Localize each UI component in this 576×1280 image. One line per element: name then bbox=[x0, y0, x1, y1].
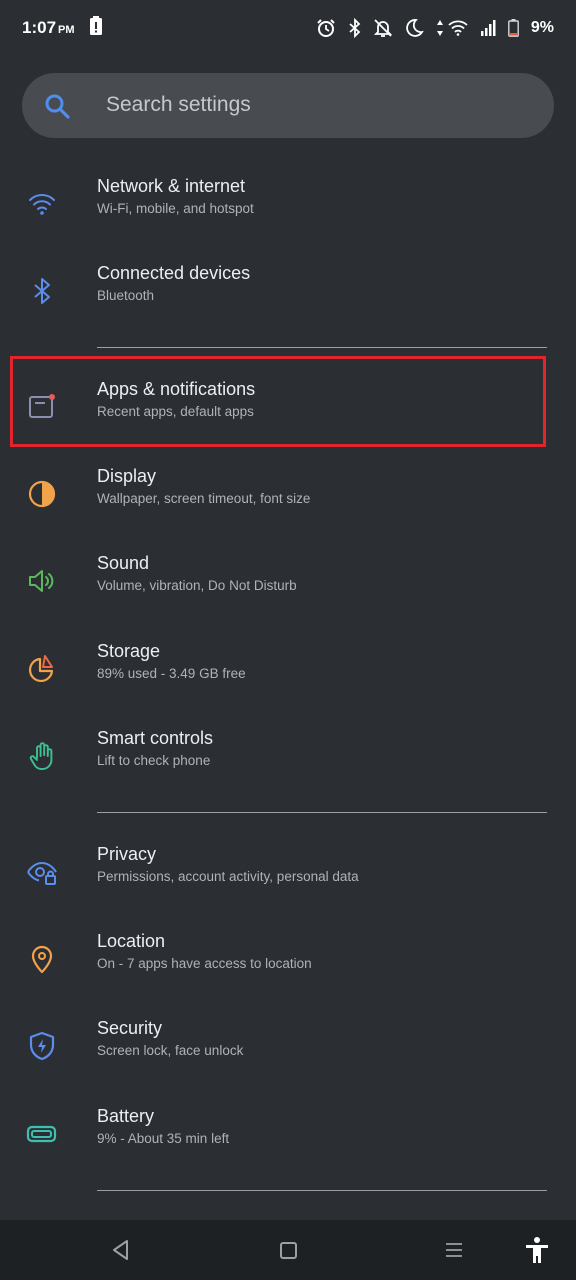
settings-item-storage[interactable]: Storage 89% used - 3.49 GB free bbox=[0, 629, 576, 709]
settings-item-display[interactable]: Display Wallpaper, screen timeout, font … bbox=[0, 454, 576, 534]
bluetooth-icon bbox=[348, 18, 362, 38]
display-brightness-icon bbox=[26, 478, 58, 510]
status-clock: 1:07 bbox=[22, 18, 57, 37]
notifications-off-icon bbox=[373, 18, 392, 38]
battery-icon bbox=[507, 19, 519, 37]
status-time: 1:07 PM bbox=[22, 18, 75, 38]
settings-item-subtitle: Volume, vibration, Do Not Disturb bbox=[97, 578, 297, 593]
settings-item-location[interactable]: Location On - 7 apps have access to loca… bbox=[0, 919, 576, 999]
menu-icon[interactable] bbox=[443, 1238, 465, 1267]
settings-item-subtitle: Wi-Fi, mobile, and hotspot bbox=[97, 201, 254, 216]
section-divider bbox=[97, 347, 547, 348]
settings-item-smart-controls[interactable]: Smart controls Lift to check phone bbox=[0, 716, 576, 796]
settings-item-privacy[interactable]: Privacy Permissions, account activity, p… bbox=[0, 832, 576, 912]
settings-item-title: Sound bbox=[97, 553, 150, 573]
settings-item-battery[interactable]: Battery 9% - About 35 min left bbox=[0, 1094, 576, 1174]
settings-item-title: Display bbox=[97, 466, 157, 486]
settings-item-title: Location bbox=[97, 931, 166, 951]
settings-item-title: Privacy bbox=[97, 844, 157, 864]
wifi-icon bbox=[26, 188, 58, 220]
data-arrows-icon bbox=[436, 19, 444, 37]
settings-item-subtitle: Permissions, account activity, personal … bbox=[97, 869, 359, 884]
accessibility-icon[interactable] bbox=[524, 1236, 550, 1269]
settings-item-title: Security bbox=[97, 1018, 163, 1038]
settings-item-title: Smart controls bbox=[97, 728, 214, 748]
settings-item-title: Network & internet bbox=[97, 176, 246, 196]
settings-item-network[interactable]: Network & internet Wi-Fi, mobile, and ho… bbox=[0, 164, 576, 244]
volume-icon bbox=[26, 565, 58, 597]
section-divider bbox=[97, 812, 547, 813]
search-icon bbox=[44, 93, 70, 124]
settings-item-connected-devices[interactable]: Connected devices Bluetooth bbox=[0, 251, 576, 331]
bluetooth-icon bbox=[26, 275, 58, 307]
location-pin-icon bbox=[26, 943, 58, 975]
hand-icon bbox=[26, 740, 58, 772]
settings-item-title: Storage bbox=[97, 641, 161, 661]
highlight-box bbox=[10, 356, 546, 447]
security-shield-icon bbox=[26, 1030, 58, 1062]
search-bar[interactable]: Search settings bbox=[22, 73, 554, 138]
settings-item-subtitle: Wallpaper, screen timeout, font size bbox=[97, 491, 311, 506]
settings-item-title: Battery bbox=[97, 1106, 155, 1126]
settings-item-sound[interactable]: Sound Volume, vibration, Do Not Disturb bbox=[0, 541, 576, 621]
search-placeholder: Search settings bbox=[106, 93, 251, 116]
back-icon[interactable] bbox=[110, 1238, 132, 1267]
do-not-disturb-moon-icon bbox=[404, 18, 424, 38]
section-divider bbox=[97, 1190, 547, 1191]
battery-alert-icon bbox=[89, 15, 103, 41]
settings-item-subtitle: 89% used - 3.49 GB free bbox=[97, 666, 246, 681]
battery-percent: 9% bbox=[530, 19, 554, 36]
alarm-icon bbox=[316, 18, 336, 38]
settings-item-subtitle: 9% - About 35 min left bbox=[97, 1131, 230, 1146]
wifi-icon bbox=[448, 20, 468, 36]
signal-icon bbox=[480, 20, 496, 36]
battery-icon bbox=[26, 1118, 58, 1150]
settings-item-title: Connected devices bbox=[97, 263, 251, 283]
privacy-eye-icon bbox=[26, 856, 58, 888]
settings-item-subtitle: Bluetooth bbox=[97, 288, 155, 303]
settings-item-subtitle: Screen lock, face unlock bbox=[97, 1043, 244, 1058]
home-icon[interactable] bbox=[278, 1238, 300, 1267]
settings-item-security[interactable]: Security Screen lock, face unlock bbox=[0, 1006, 576, 1086]
status-bar: 1:07 PM 9% bbox=[0, 0, 576, 56]
storage-pie-icon bbox=[26, 653, 58, 685]
settings-item-subtitle: On - 7 apps have access to location bbox=[97, 956, 312, 971]
status-ampm: PM bbox=[58, 24, 75, 36]
navigation-bar bbox=[0, 1220, 576, 1280]
settings-item-subtitle: Lift to check phone bbox=[97, 753, 211, 768]
